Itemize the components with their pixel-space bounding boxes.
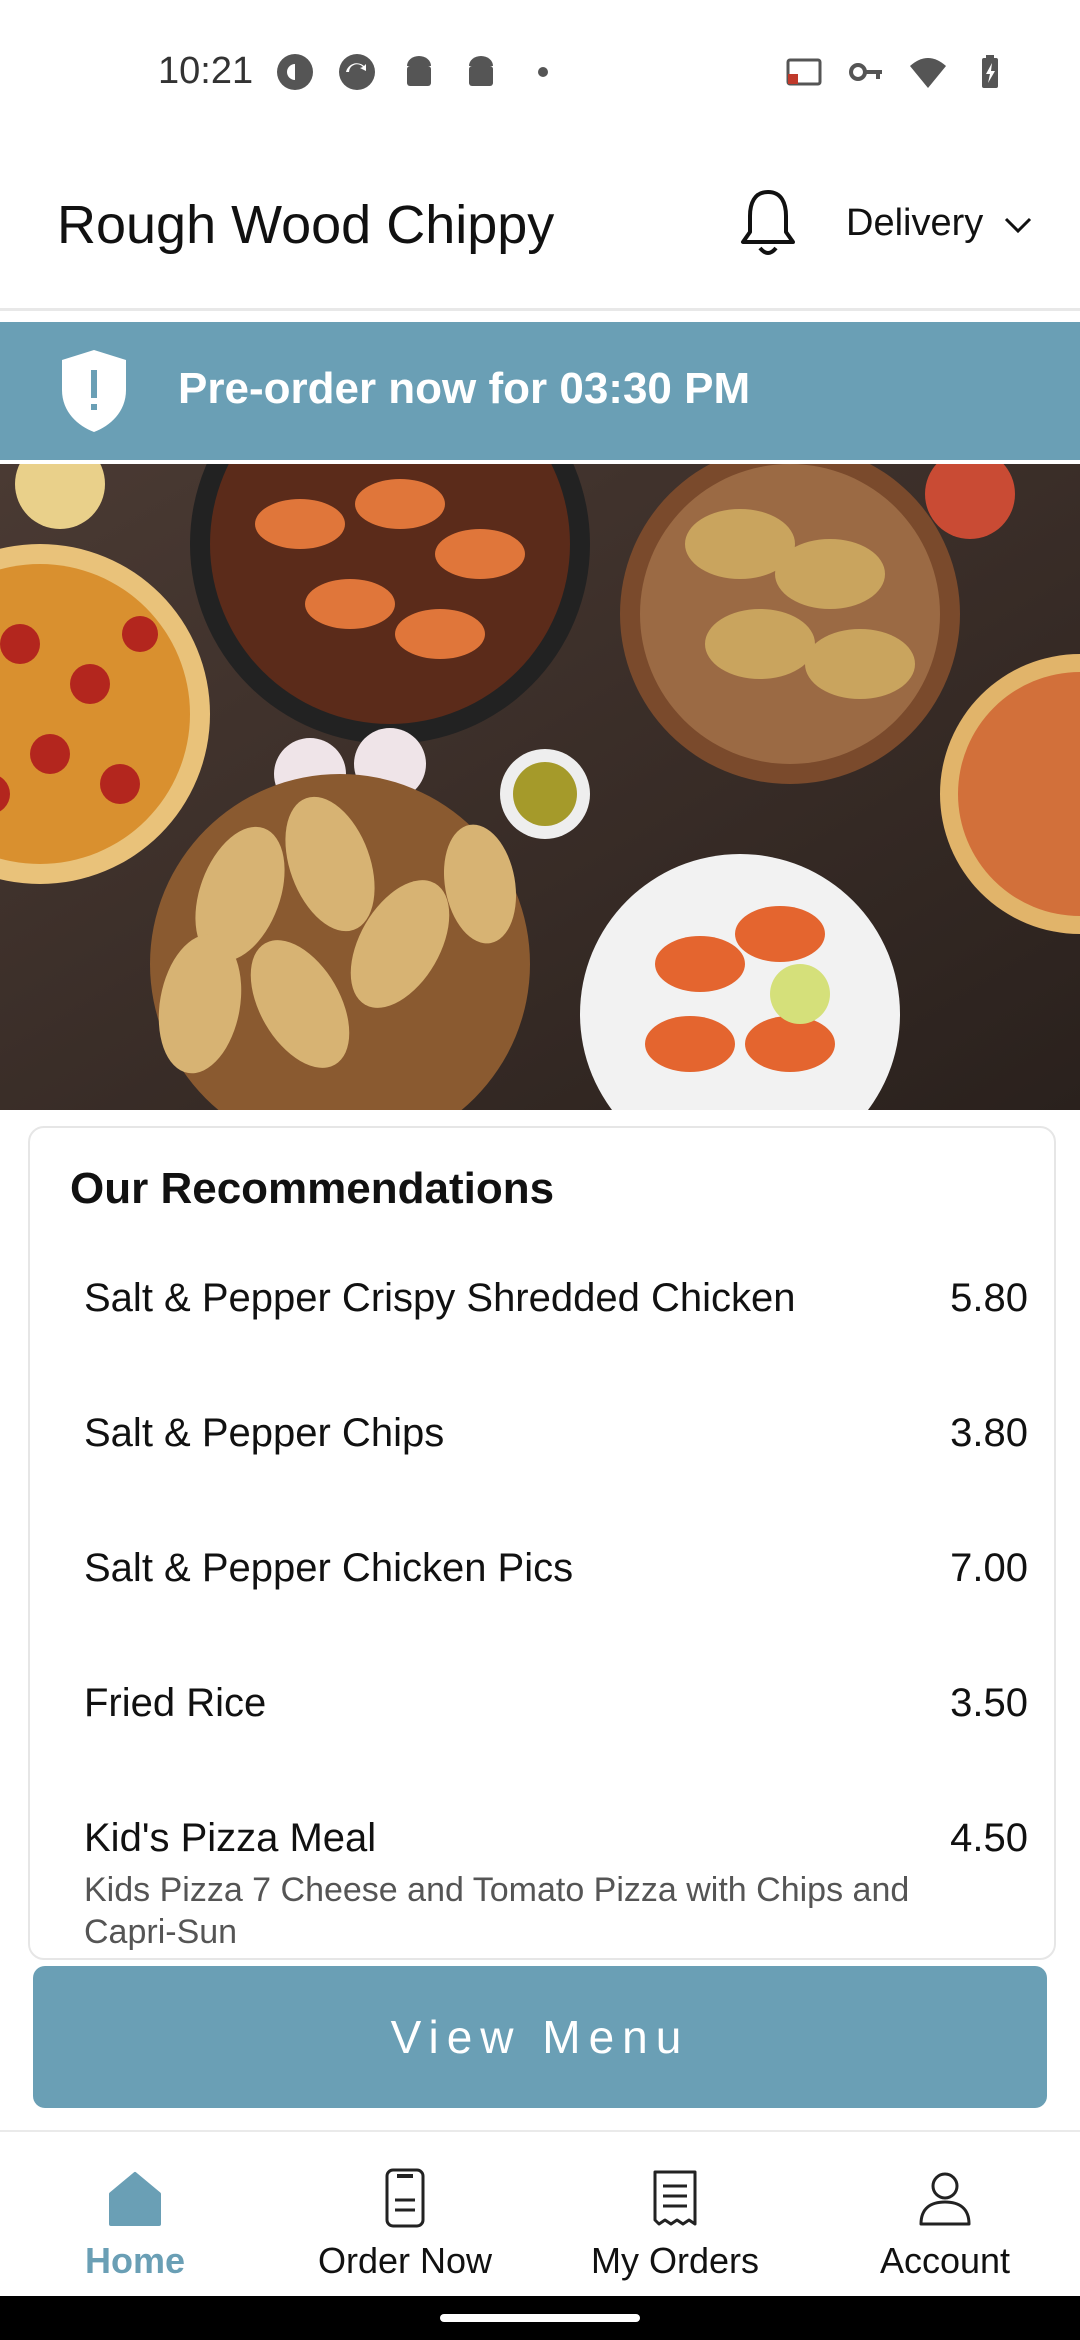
vpn-key-icon	[846, 52, 886, 92]
item-price: 7.00	[950, 1546, 1028, 1590]
hero-food-image	[0, 464, 1080, 1110]
view-menu-button[interactable]: View Menu	[33, 1966, 1047, 2108]
app-header: Rough Wood Chippy Delivery	[0, 150, 1080, 311]
dot-icon	[523, 52, 563, 92]
sync-icon	[337, 52, 377, 92]
order-icon	[373, 2166, 437, 2230]
item-name: Salt & Pepper Chips	[84, 1411, 445, 1455]
wifi-icon	[908, 52, 948, 92]
item-name: Fried Rice	[84, 1681, 267, 1725]
nav-my-orders-label: My Orders	[590, 2240, 759, 2281]
recommendation-item[interactable]: Salt & Pepper Crispy Shredded Chicken 5.…	[84, 1276, 1028, 1321]
status-notification-icons	[275, 52, 563, 92]
item-name: Kid's Pizza Meal	[84, 1816, 377, 1860]
cast-icon	[784, 52, 824, 92]
delivery-mode-dropdown[interactable]: Delivery	[846, 202, 1033, 245]
battery-charging-icon	[970, 52, 1010, 92]
bottom-nav: Home Order Now My Orders Account	[0, 2130, 1080, 2298]
status-time: 10:21	[158, 50, 254, 92]
item-description: Kids Pizza 7 Cheese and Tomato Pizza wit…	[84, 1871, 910, 1951]
recommendation-item[interactable]: Salt & Pepper Chicken Pics 7.00	[84, 1546, 1028, 1591]
nav-my-orders[interactable]: My Orders	[540, 2132, 810, 2298]
preorder-text: Pre-order now for 03:30 PM	[178, 364, 751, 413]
restaurant-title: Rough Wood Chippy	[57, 195, 555, 255]
recommendations-heading: Our Recommendations	[70, 1164, 555, 1213]
item-price: 4.50	[950, 1816, 1028, 1860]
status-system-icons	[784, 52, 1010, 92]
item-name: Salt & Pepper Crispy Shredded Chicken	[84, 1276, 796, 1320]
nav-order-now[interactable]: Order Now	[270, 2132, 540, 2298]
home-icon	[103, 2166, 167, 2230]
home-gesture-handle[interactable]	[440, 2314, 640, 2322]
recommendation-item[interactable]: Fried Rice 3.50	[84, 1681, 1028, 1726]
recommendation-item[interactable]: Kid's Pizza Meal 4.50 Kids Pizza 7 Chees…	[84, 1816, 1028, 1953]
nav-home[interactable]: Home	[0, 2132, 270, 2298]
recommendation-item[interactable]: Salt & Pepper Chips 3.80	[84, 1411, 1028, 1456]
preorder-banner: Pre-order now for 03:30 PM	[0, 322, 1080, 460]
shield-alert-icon	[58, 348, 130, 434]
receipt-icon	[643, 2166, 707, 2230]
item-name: Salt & Pepper Chicken Pics	[84, 1546, 574, 1590]
nav-order-now-label: Order Now	[317, 2240, 493, 2281]
android-icon	[461, 52, 501, 92]
android-icon	[399, 52, 439, 92]
item-price: 5.80	[950, 1276, 1028, 1320]
nav-account-label: Account	[879, 2240, 1011, 2281]
nav-account[interactable]: Account	[810, 2132, 1080, 2298]
item-price: 3.50	[950, 1681, 1028, 1725]
status-bar: 10:21	[0, 0, 1080, 150]
chevron-down-icon	[1003, 202, 1033, 245]
pocket-casts-icon	[275, 52, 315, 92]
item-price: 3.80	[950, 1411, 1028, 1455]
recommendations-card: Our Recommendations Salt & Pepper Crispy…	[28, 1126, 1056, 1960]
gesture-bar	[0, 2296, 1080, 2340]
delivery-mode-label: Delivery	[846, 202, 984, 244]
nav-home-label: Home	[84, 2240, 186, 2281]
person-icon	[913, 2166, 977, 2230]
bell-icon[interactable]	[738, 186, 798, 260]
